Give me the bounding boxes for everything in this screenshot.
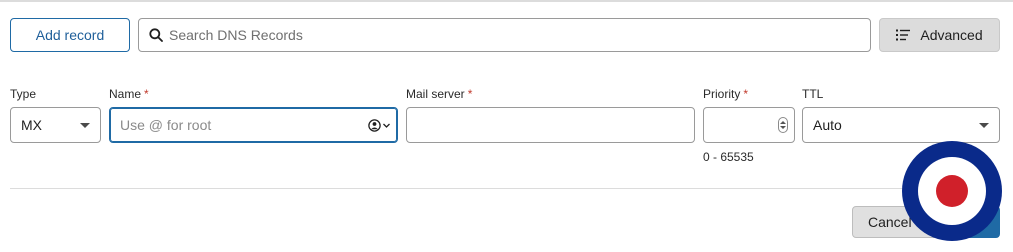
required-mark: * — [467, 87, 473, 101]
search-input[interactable] — [169, 27, 870, 43]
priority-input[interactable] — [712, 117, 778, 133]
roundel-icon — [902, 141, 1002, 241]
priority-field[interactable] — [703, 107, 795, 143]
form-divider — [10, 188, 1000, 189]
chevron-down-icon — [80, 122, 90, 128]
priority-hint: 0 - 65535 — [703, 150, 754, 164]
user-circle-icon[interactable] — [368, 118, 391, 132]
required-mark: * — [743, 87, 749, 101]
ttl-value: Auto — [813, 117, 842, 133]
ttl-select[interactable]: Auto — [802, 107, 1000, 143]
name-label: Name * — [109, 87, 149, 101]
search-icon — [149, 28, 163, 42]
ttl-label: TTL — [802, 87, 824, 101]
type-value: MX — [21, 117, 42, 133]
priority-label: Priority * — [703, 87, 749, 101]
chevron-down-icon — [979, 122, 989, 128]
type-label: Type — [10, 87, 37, 101]
search-field[interactable] — [138, 18, 871, 52]
chevron-down-icon — [383, 123, 390, 128]
top-divider — [0, 0, 1013, 2]
name-field[interactable] — [109, 107, 398, 143]
mail-server-label: Mail server * — [406, 87, 473, 101]
number-stepper-icon[interactable] — [778, 117, 788, 133]
advanced-button[interactable]: Advanced — [879, 18, 1000, 52]
type-select[interactable]: MX — [10, 107, 101, 143]
filter-list-icon — [896, 29, 911, 41]
mail-server-field[interactable] — [406, 107, 695, 143]
mail-server-input[interactable] — [417, 117, 694, 133]
name-input[interactable] — [120, 117, 368, 133]
advanced-label: Advanced — [920, 27, 983, 43]
required-mark: * — [144, 87, 149, 101]
add-record-button[interactable]: Add record — [10, 18, 130, 52]
